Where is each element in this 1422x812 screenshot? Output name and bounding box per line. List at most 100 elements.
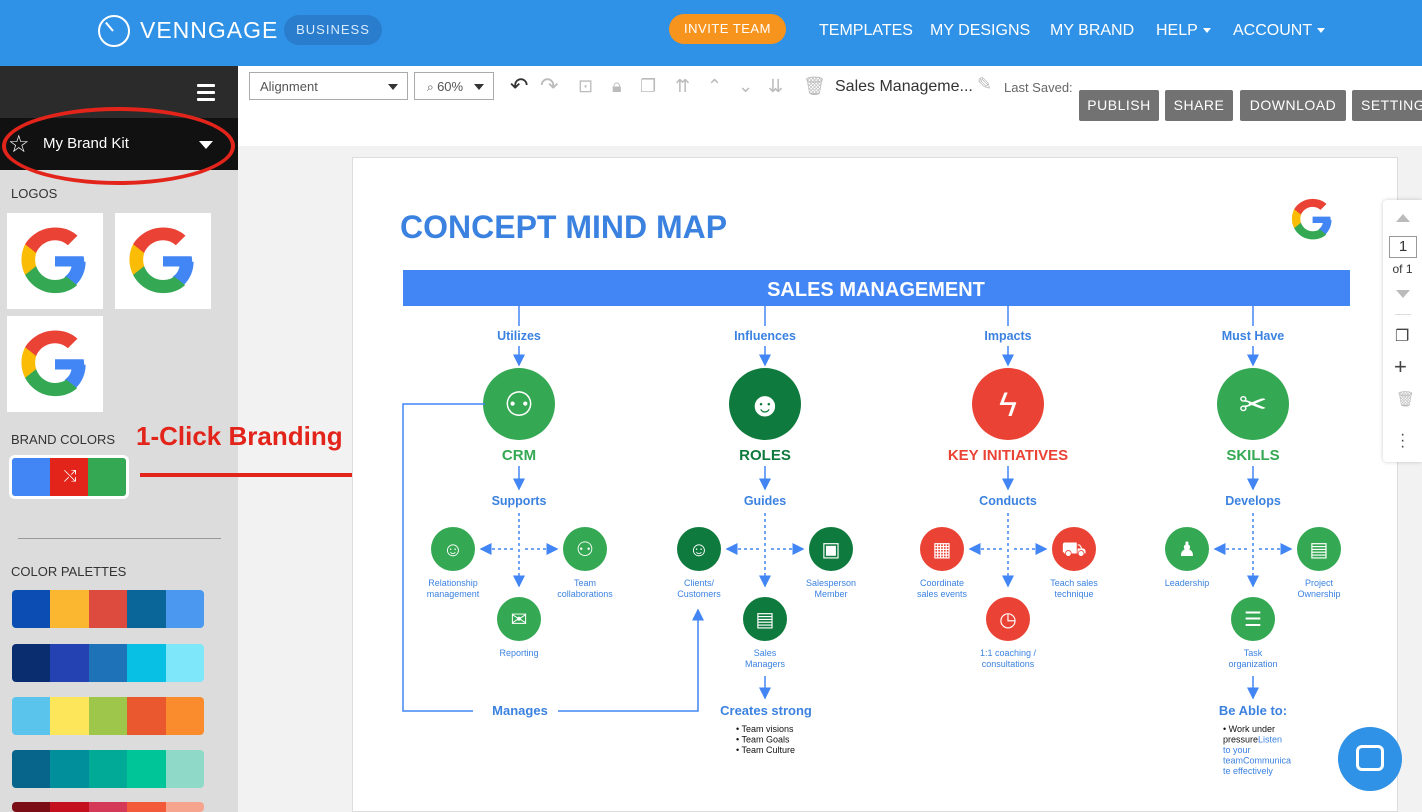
mind-map-infographic: CONCEPT MIND MAP SALES MANAGEMENT Utiliz…: [400, 198, 1350, 776]
item-label: Reporting: [499, 648, 538, 658]
creates-strong-item: • Team Culture: [736, 745, 795, 755]
nav-my-designs[interactable]: MY DESIGNS: [930, 22, 1030, 40]
download-button[interactable]: DOWNLOAD: [1240, 90, 1346, 121]
nav-my-brand[interactable]: MY BRAND: [1050, 22, 1134, 40]
design-canvas[interactable]: CONCEPT MIND MAP SALES MANAGEMENT Utiliz…: [352, 157, 1398, 812]
share-button[interactable]: SHARE: [1165, 90, 1233, 121]
group-icon: ☻: [747, 386, 783, 424]
search-icon: ⌕: [427, 80, 438, 94]
palette-color-swatch: [50, 590, 89, 628]
palette-color-swatch: [88, 697, 128, 735]
item-label: 1:1 coaching /: [980, 648, 1037, 658]
color-palettes-title: COLOR PALETTES: [11, 564, 127, 579]
item-label: sales events: [917, 589, 968, 599]
panel-divider: [1395, 314, 1411, 315]
venngage-logo-icon[interactable]: [98, 15, 130, 47]
palette-color-swatch: [127, 644, 166, 682]
nav-templates[interactable]: TEMPLATES: [819, 22, 913, 40]
page-number-input[interactable]: 1: [1389, 236, 1417, 258]
duplicate-icon[interactable]: ❐: [640, 76, 656, 97]
document-title[interactable]: Sales Manageme...: [835, 78, 973, 96]
logo-tile[interactable]: [7, 213, 103, 309]
publish-button[interactable]: PUBLISH: [1079, 90, 1159, 121]
concept-name: CRM: [502, 447, 536, 464]
lock-icon[interactable]: 🔒︎: [612, 76, 622, 97]
redo-icon[interactable]: ↷: [540, 73, 558, 99]
color-palette[interactable]: [12, 697, 204, 735]
palette-color-swatch: [165, 644, 204, 682]
calendar-icon: ▦: [933, 539, 952, 561]
chat-support-button[interactable]: [1338, 727, 1402, 791]
palette-color-swatch: [50, 697, 89, 735]
lightning-icon: ϟ: [999, 386, 1017, 424]
google-logo-icon: [1291, 198, 1332, 240]
team-icon: ⚇: [576, 539, 594, 561]
brand-name[interactable]: VENNGAGE: [140, 17, 278, 44]
manages-label: Manages: [492, 703, 548, 718]
briefcase-icon: ▣: [822, 539, 841, 561]
person-icon: ☺: [443, 539, 463, 561]
copy-page-icon[interactable]: ❐: [1395, 326, 1409, 346]
tools-icon: ✂: [1239, 386, 1268, 424]
invite-team-button[interactable]: INVITE TEAM: [669, 14, 786, 44]
be-able-to-item: • Work under: [1223, 724, 1275, 734]
color-palette[interactable]: [12, 750, 204, 788]
concept-name: KEY INITIATIVES: [948, 447, 1068, 464]
item-label: Sales: [754, 648, 777, 658]
brand-colors-title: BRAND COLORS: [11, 432, 116, 447]
delete-page-icon[interactable]: 🗑︎: [1396, 390, 1415, 408]
palette-color-swatch: [12, 590, 51, 628]
palette-color-swatch: [88, 590, 128, 628]
palette-color-swatch: [165, 750, 204, 788]
bring-to-front-icon[interactable]: ⇈: [675, 76, 690, 97]
shuffle-icon[interactable]: ⤭: [54, 461, 86, 493]
chevron-down-icon[interactable]: [1396, 290, 1410, 298]
palette-color-swatch: [165, 590, 204, 628]
color-palette[interactable]: [12, 590, 204, 628]
clipboard-icon: ▤: [756, 609, 775, 631]
clock-icon: ◷: [999, 609, 1016, 631]
sub-relation-label: Conducts: [979, 494, 1037, 508]
plan-badge: BUSINESS: [284, 15, 382, 45]
be-able-to-item: to your: [1223, 745, 1251, 755]
color-palette[interactable]: [12, 802, 204, 812]
item-label: Managers: [745, 659, 786, 669]
bring-forward-icon[interactable]: ⌃: [707, 76, 722, 97]
group-icon[interactable]: ⊡: [578, 76, 593, 97]
nav-help[interactable]: HELP: [1156, 22, 1211, 40]
item-label: Teach sales: [1050, 578, 1098, 588]
mail-alert-icon: ✉: [511, 609, 528, 631]
add-page-icon[interactable]: +: [1394, 354, 1407, 380]
alignment-select[interactable]: Alignment: [249, 72, 408, 100]
logo-tile[interactable]: [115, 213, 211, 309]
brand-color-swatch: [88, 458, 126, 496]
be-able-to-label: Be Able to:: [1219, 703, 1287, 718]
relation-label: Impacts: [984, 329, 1031, 343]
undo-icon[interactable]: ↶: [510, 73, 528, 99]
palette-color-swatch: [165, 697, 204, 735]
nav-account[interactable]: ACCOUNT: [1233, 22, 1326, 40]
zoom-select[interactable]: ⌕ 60%: [414, 72, 494, 100]
send-to-back-icon[interactable]: ⇊: [768, 76, 783, 97]
settings-button[interactable]: SETTINGS: [1352, 90, 1422, 121]
be-able-to-item: pressureListen: [1223, 735, 1282, 745]
hamburger-menu-icon[interactable]: [197, 84, 215, 105]
palette-color-swatch: [12, 750, 51, 788]
edit-icon[interactable]: ✎: [977, 74, 992, 95]
logo-tile[interactable]: [7, 316, 103, 412]
chevron-up-icon[interactable]: [1396, 214, 1410, 222]
trash-icon[interactable]: 🗑︎: [803, 76, 826, 97]
chevron-down-icon: [1317, 28, 1326, 34]
chevron-down-icon: [1202, 28, 1211, 34]
more-options-icon[interactable]: · · ·: [1400, 427, 1405, 455]
color-palette[interactable]: [12, 644, 204, 682]
palette-color-swatch: [127, 697, 166, 735]
send-backward-icon[interactable]: ⌄: [738, 76, 753, 97]
cart-icon: ⛟: [1061, 539, 1086, 561]
checklist-icon: ☰: [1244, 609, 1262, 631]
people-handshake-icon: ⚇: [504, 386, 534, 424]
chat-icon: [1356, 745, 1384, 771]
banner-label: SALES MANAGEMENT: [767, 279, 985, 301]
concept-name: SKILLS: [1226, 447, 1279, 464]
palette-color-swatch: [50, 644, 89, 682]
